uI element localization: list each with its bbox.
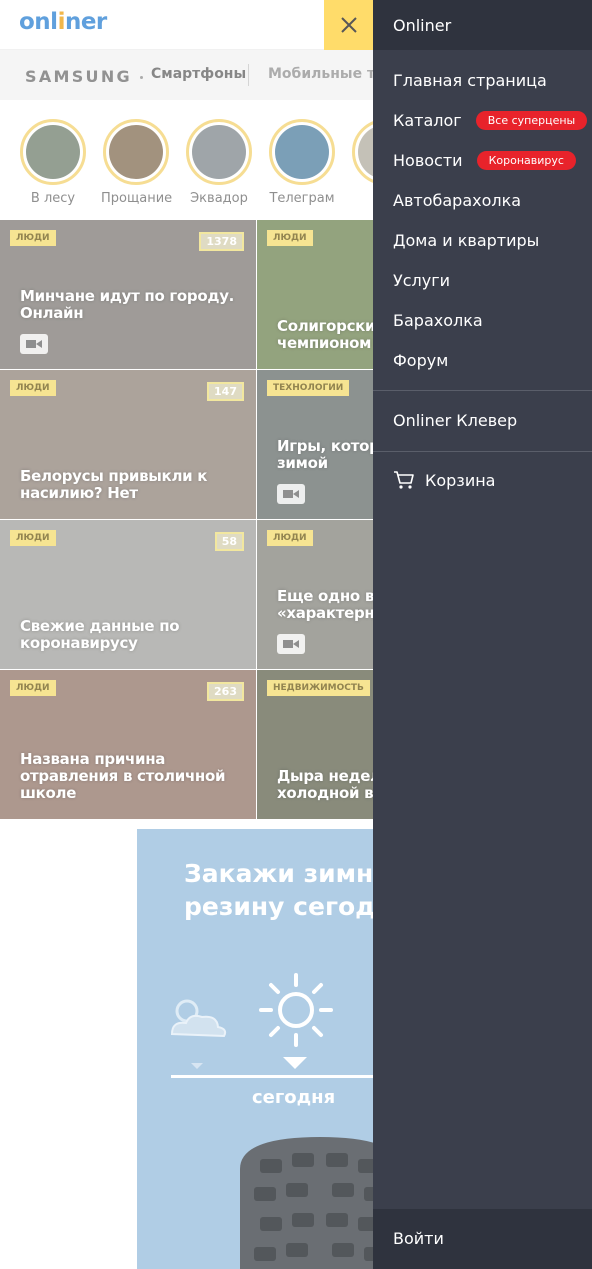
category-badge: люди xyxy=(10,230,56,246)
news-title: Названа причина отравления в столичной ш… xyxy=(20,750,226,802)
nav-item-label: Дома и квартиры xyxy=(393,230,540,250)
logo-part-1: onl xyxy=(19,9,58,35)
close-icon xyxy=(340,17,357,33)
category-badge: люди xyxy=(10,680,56,696)
nav-item-label: Каталог xyxy=(393,110,462,130)
triangle-marker xyxy=(283,1057,307,1069)
video-icon xyxy=(277,484,305,504)
cart-icon xyxy=(394,471,414,489)
story-item[interactable]: Прощание xyxy=(101,119,173,206)
news-title: Минчане идут по городу. Онлайн xyxy=(20,287,235,322)
cart-link[interactable]: Корзина xyxy=(393,470,495,490)
nav-item-news[interactable]: Новости Коронавирус xyxy=(373,140,592,180)
news-tile[interactable]: люди 58 Свежие данные по коронавирусу xyxy=(0,520,256,669)
story-label: Эквадор xyxy=(190,191,248,206)
comment-count: 58 xyxy=(214,532,244,551)
story-item[interactable]: В лесу xyxy=(18,119,88,206)
category-badge: технологии xyxy=(267,380,350,396)
nav-item-label: Барахолка xyxy=(393,310,483,330)
news-title: Белорусы привыкли к насилию? Нет xyxy=(20,467,208,502)
category-badge: недвижимость xyxy=(267,680,370,696)
category-badge: люди xyxy=(267,530,313,546)
nav-item-label: Форум xyxy=(393,350,449,370)
nav-item-baraholka[interactable]: Барахолка xyxy=(373,300,592,340)
story-thumbnail xyxy=(192,125,246,179)
brand-separator-dot xyxy=(140,76,143,79)
nav-item-label: Главная страница xyxy=(393,70,547,90)
drawer-title: Onliner xyxy=(373,0,592,50)
story-item[interactable]: Телеграм xyxy=(267,119,337,206)
nav-item-forum[interactable]: Форум xyxy=(373,340,592,380)
news-badge[interactable]: Коронавирус xyxy=(476,150,576,170)
page: onliner SAMSUNG Смартфоны Мобильные тел … xyxy=(0,0,592,1269)
news-tile[interactable]: люди 263 Названа причина отравления в ст… xyxy=(0,670,256,819)
story-item[interactable]: Эквадор xyxy=(184,119,254,206)
nav-item-main[interactable]: Главная страница xyxy=(373,60,592,100)
story-label: Прощание xyxy=(101,191,173,206)
navigation-drawer: Onliner Главная страница Каталог Все супе… xyxy=(373,0,592,1269)
ad-today-label: сегодня xyxy=(252,1087,336,1108)
video-icon xyxy=(20,334,48,354)
samsung-logo[interactable]: SAMSUNG xyxy=(25,67,132,86)
drawer-divider xyxy=(373,451,592,452)
nav-item-auto[interactable]: Автобарахолка xyxy=(373,180,592,220)
comment-count: 263 xyxy=(207,682,244,701)
drawer-nav: Главная страница Каталог Все суперцены Но… xyxy=(373,60,592,380)
nav-item-klever[interactable]: Onliner Клевер xyxy=(393,411,517,430)
cloud-sun-icon xyxy=(170,999,227,1038)
catalog-badge[interactable]: Все суперцены xyxy=(475,110,588,130)
cart-label: Корзина xyxy=(425,470,496,490)
category-badge: люди xyxy=(267,230,313,246)
story-label: В лесу xyxy=(30,191,76,206)
brand-divider xyxy=(248,64,249,86)
logo-part-i: i xyxy=(57,9,66,35)
comment-count: 147 xyxy=(207,382,244,401)
story-thumbnail xyxy=(109,125,163,179)
onliner-logo[interactable]: onliner xyxy=(19,9,107,35)
triangle-marker-small xyxy=(191,1063,203,1069)
nav-item-realty[interactable]: Дома и квартиры xyxy=(373,220,592,260)
nav-item-label: Услуги xyxy=(393,270,451,290)
brand-category-link[interactable]: Смартфоны xyxy=(151,66,246,82)
login-button[interactable]: Войти xyxy=(373,1209,592,1269)
logo-part-2: ner xyxy=(64,9,107,35)
nav-item-catalog[interactable]: Каталог Все суперцены xyxy=(373,100,592,140)
news-tile[interactable]: люди 1378 Минчане идут по городу. Онлайн xyxy=(0,220,256,369)
login-label: Войти xyxy=(393,1229,444,1248)
video-icon xyxy=(277,634,305,654)
story-label: Телеграм xyxy=(269,191,335,206)
news-title: Свежие данные по коронавирусу xyxy=(20,617,180,652)
comment-count: 1378 xyxy=(199,232,244,251)
story-thumbnail xyxy=(26,125,80,179)
category-badge: люди xyxy=(10,380,56,396)
drawer-divider xyxy=(373,390,592,391)
news-tile[interactable]: люди 147 Белорусы привыкли к насилию? Не… xyxy=(0,370,256,519)
sun-icon xyxy=(259,973,333,1047)
category-badge: люди xyxy=(10,530,56,546)
nav-item-services[interactable]: Услуги xyxy=(373,260,592,300)
story-thumbnail xyxy=(275,125,329,179)
nav-item-label: Новости xyxy=(393,150,463,170)
nav-item-label: Автобарахолка xyxy=(393,190,522,210)
close-menu-button[interactable] xyxy=(324,0,373,50)
